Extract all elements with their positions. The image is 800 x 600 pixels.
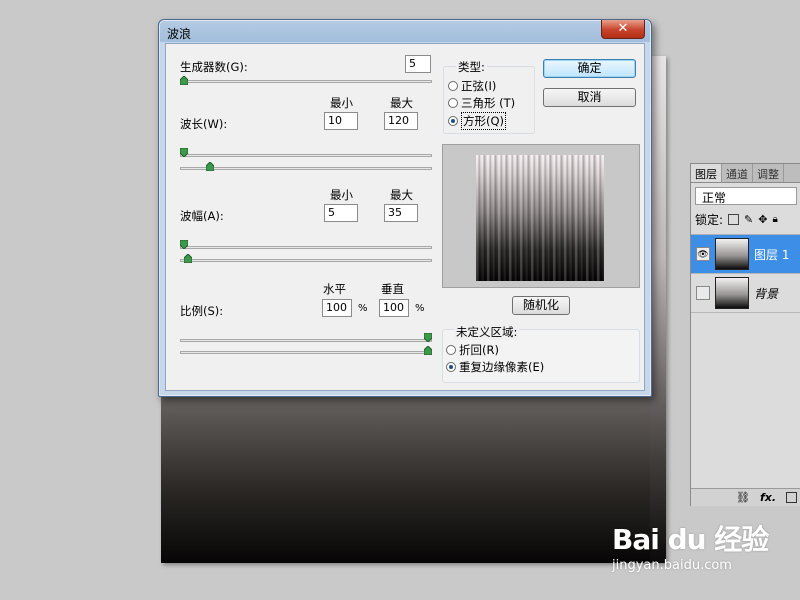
amplitude-min-thumb[interactable] <box>180 240 188 249</box>
scale-vertical-input[interactable]: 100 <box>379 299 409 317</box>
visibility-eye-icon[interactable]: 👁︎ <box>696 247 710 261</box>
wavelength-min-thumb[interactable] <box>180 148 188 157</box>
preview-frame <box>442 144 640 288</box>
close-icon: ✕ <box>617 21 629 36</box>
amplitude-max-input[interactable]: 35 <box>384 204 418 222</box>
lock-transparency-icon[interactable] <box>728 214 740 225</box>
amplitude-min-track[interactable] <box>180 246 432 249</box>
tab-layers[interactable]: 图层 <box>691 164 722 182</box>
add-mask-icon[interactable] <box>786 492 797 503</box>
visibility-toggle-icon[interactable] <box>696 286 710 300</box>
baidu-watermark: Bai du 经验 jingyan.baidu.com <box>612 518 769 573</box>
document-canvas-edge <box>650 56 666 563</box>
scale-horizontal-input[interactable]: 100 <box>322 299 352 317</box>
layer-name: 图层 1 <box>754 247 790 262</box>
cancel-button[interactable]: 取消 <box>543 88 636 107</box>
lock-all-icon[interactable]: 🔒︎ <box>772 214 777 225</box>
fx-button[interactable]: fx. <box>760 491 776 504</box>
amplitude-min-input[interactable]: 5 <box>324 204 358 222</box>
undefined-repeat-option[interactable]: 重复边缘像素(E) <box>446 359 544 375</box>
layer-row-layer1[interactable]: 👁︎ 图层 1 <box>691 235 800 274</box>
scale-vertical-percent: % <box>415 303 425 314</box>
wave-dialog: 波浪 ✕ 生成器数(G): 5 最小 最大 波长(W): 10 120 最小 最… <box>158 19 652 397</box>
scale-label: 比例(S): <box>180 304 224 318</box>
option-label: 正弦(I) <box>461 79 497 93</box>
radio-circle-selected <box>446 362 456 372</box>
wavelength-max-thumb[interactable] <box>206 162 214 171</box>
lock-row: 锁定: ✎ ✥ 🔒︎ <box>691 205 800 235</box>
blend-mode-select[interactable]: 正常 <box>695 187 797 205</box>
layers-footer: ⛓︎ fx. <box>691 488 800 506</box>
type-triangle-option[interactable]: 三角形 (T) <box>448 95 515 111</box>
option-label: 折回(R) <box>459 343 499 357</box>
wavelength-min-input[interactable]: 10 <box>324 112 358 130</box>
amplitude-label: 波幅(A): <box>180 209 224 223</box>
watermark-logo: Bai du 经验 <box>612 523 769 556</box>
radio-circle <box>446 345 456 355</box>
amplitude-max-track[interactable] <box>180 259 432 262</box>
option-label: 重复边缘像素(E) <box>459 360 545 374</box>
scale-vertical-track[interactable] <box>180 351 432 354</box>
wavelength-label: 波长(W): <box>180 117 228 131</box>
layer-thumbnail <box>715 277 749 309</box>
scale-horizontal-header: 水平 <box>323 282 346 296</box>
radio-circle <box>448 98 458 108</box>
amplitude-max-thumb[interactable] <box>184 254 192 263</box>
scale-horizontal-thumb[interactable] <box>424 333 432 342</box>
type-group-label: 类型: <box>456 59 487 75</box>
watermark-url: jingyan.baidu.com <box>612 558 732 573</box>
radio-circle-selected <box>448 116 458 126</box>
wavelength-min-track[interactable] <box>180 154 432 157</box>
lock-move-icon[interactable]: ✥ <box>758 213 767 226</box>
ok-button[interactable]: 确定 <box>543 59 636 78</box>
generators-slider-track[interactable] <box>180 80 432 83</box>
undefined-areas-label: 未定义区域: <box>454 324 520 340</box>
layer-name: 背景 <box>754 286 779 301</box>
scale-horizontal-percent: % <box>358 303 368 314</box>
tab-channels[interactable]: 通道 <box>722 164 753 182</box>
lock-label: 锁定: <box>695 213 724 227</box>
link-layers-icon[interactable]: ⛓︎ <box>736 491 750 504</box>
wavelength-min-header: 最小 <box>330 96 353 110</box>
preview-image <box>476 155 604 281</box>
option-label: 三角形 (T) <box>461 96 516 110</box>
type-sine-option[interactable]: 正弦(I) <box>448 78 496 94</box>
lock-brush-icon[interactable]: ✎ <box>744 213 753 226</box>
scale-horizontal-track[interactable] <box>180 339 432 342</box>
dialog-title: 波浪 <box>167 27 192 41</box>
scale-vertical-header: 垂直 <box>381 282 404 296</box>
wavelength-max-track[interactable] <box>180 167 432 170</box>
wavelength-max-input[interactable]: 120 <box>384 112 418 130</box>
dialog-body: 生成器数(G): 5 最小 最大 波长(W): 10 120 最小 最大 波幅(… <box>165 43 645 391</box>
amplitude-min-header: 最小 <box>330 188 353 202</box>
scale-vertical-thumb[interactable] <box>424 346 432 355</box>
layers-panel: 图层 通道 调整 正常 锁定: ✎ ✥ 🔒︎ 👁︎ 图层 1 背景 ⛓︎ fx. <box>690 163 800 506</box>
wavelength-max-header: 最大 <box>390 96 413 110</box>
undefined-wrap-option[interactable]: 折回(R) <box>446 342 499 358</box>
layer-row-background[interactable]: 背景 <box>691 274 800 313</box>
layer-thumbnail <box>715 238 749 270</box>
generators-slider-thumb[interactable] <box>180 76 188 85</box>
randomize-button[interactable]: 随机化 <box>512 296 570 315</box>
close-button[interactable]: ✕ <box>601 20 645 39</box>
amplitude-max-header: 最大 <box>390 188 413 202</box>
generators-label: 生成器数(G): <box>180 60 248 74</box>
radio-circle <box>448 81 458 91</box>
type-square-option[interactable]: 方形(Q) <box>448 112 507 130</box>
generators-input[interactable]: 5 <box>405 55 431 73</box>
layers-tabs: 图层 通道 调整 <box>691 164 800 183</box>
tab-adjustments[interactable]: 调整 <box>753 164 784 182</box>
option-label: 方形(Q) <box>461 112 507 130</box>
